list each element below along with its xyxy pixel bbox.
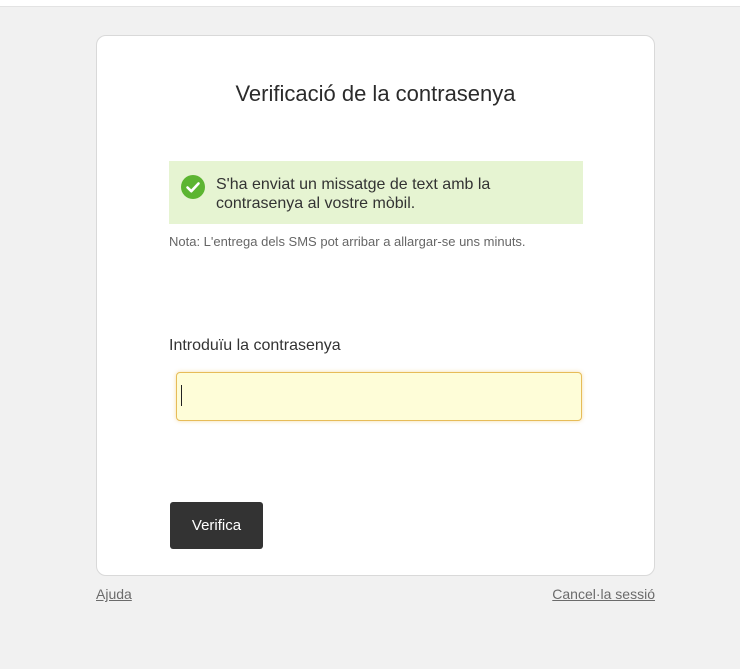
verification-card: Verificació de la contrasenya S'ha envia…	[96, 35, 655, 576]
page-title: Verificació de la contrasenya	[235, 81, 516, 106]
sms-delay-note: Nota: L'entrega dels SMS pot arribar a a…	[169, 234, 526, 249]
check-circle-icon	[181, 175, 205, 199]
help-link[interactable]: Ajuda	[96, 586, 132, 602]
verify-button[interactable]: Verifica	[170, 502, 263, 549]
password-label: Introduïu la contrasenya	[169, 337, 341, 354]
signout-link[interactable]: Cancel·la sessió	[552, 586, 655, 602]
text-caret	[181, 385, 182, 406]
success-alert: S'ha enviat un missatge de text amb la c…	[169, 161, 583, 224]
password-input[interactable]	[176, 372, 582, 421]
top-band	[0, 0, 740, 7]
success-message: S'ha enviat un missatge de text amb la c…	[216, 176, 491, 212]
